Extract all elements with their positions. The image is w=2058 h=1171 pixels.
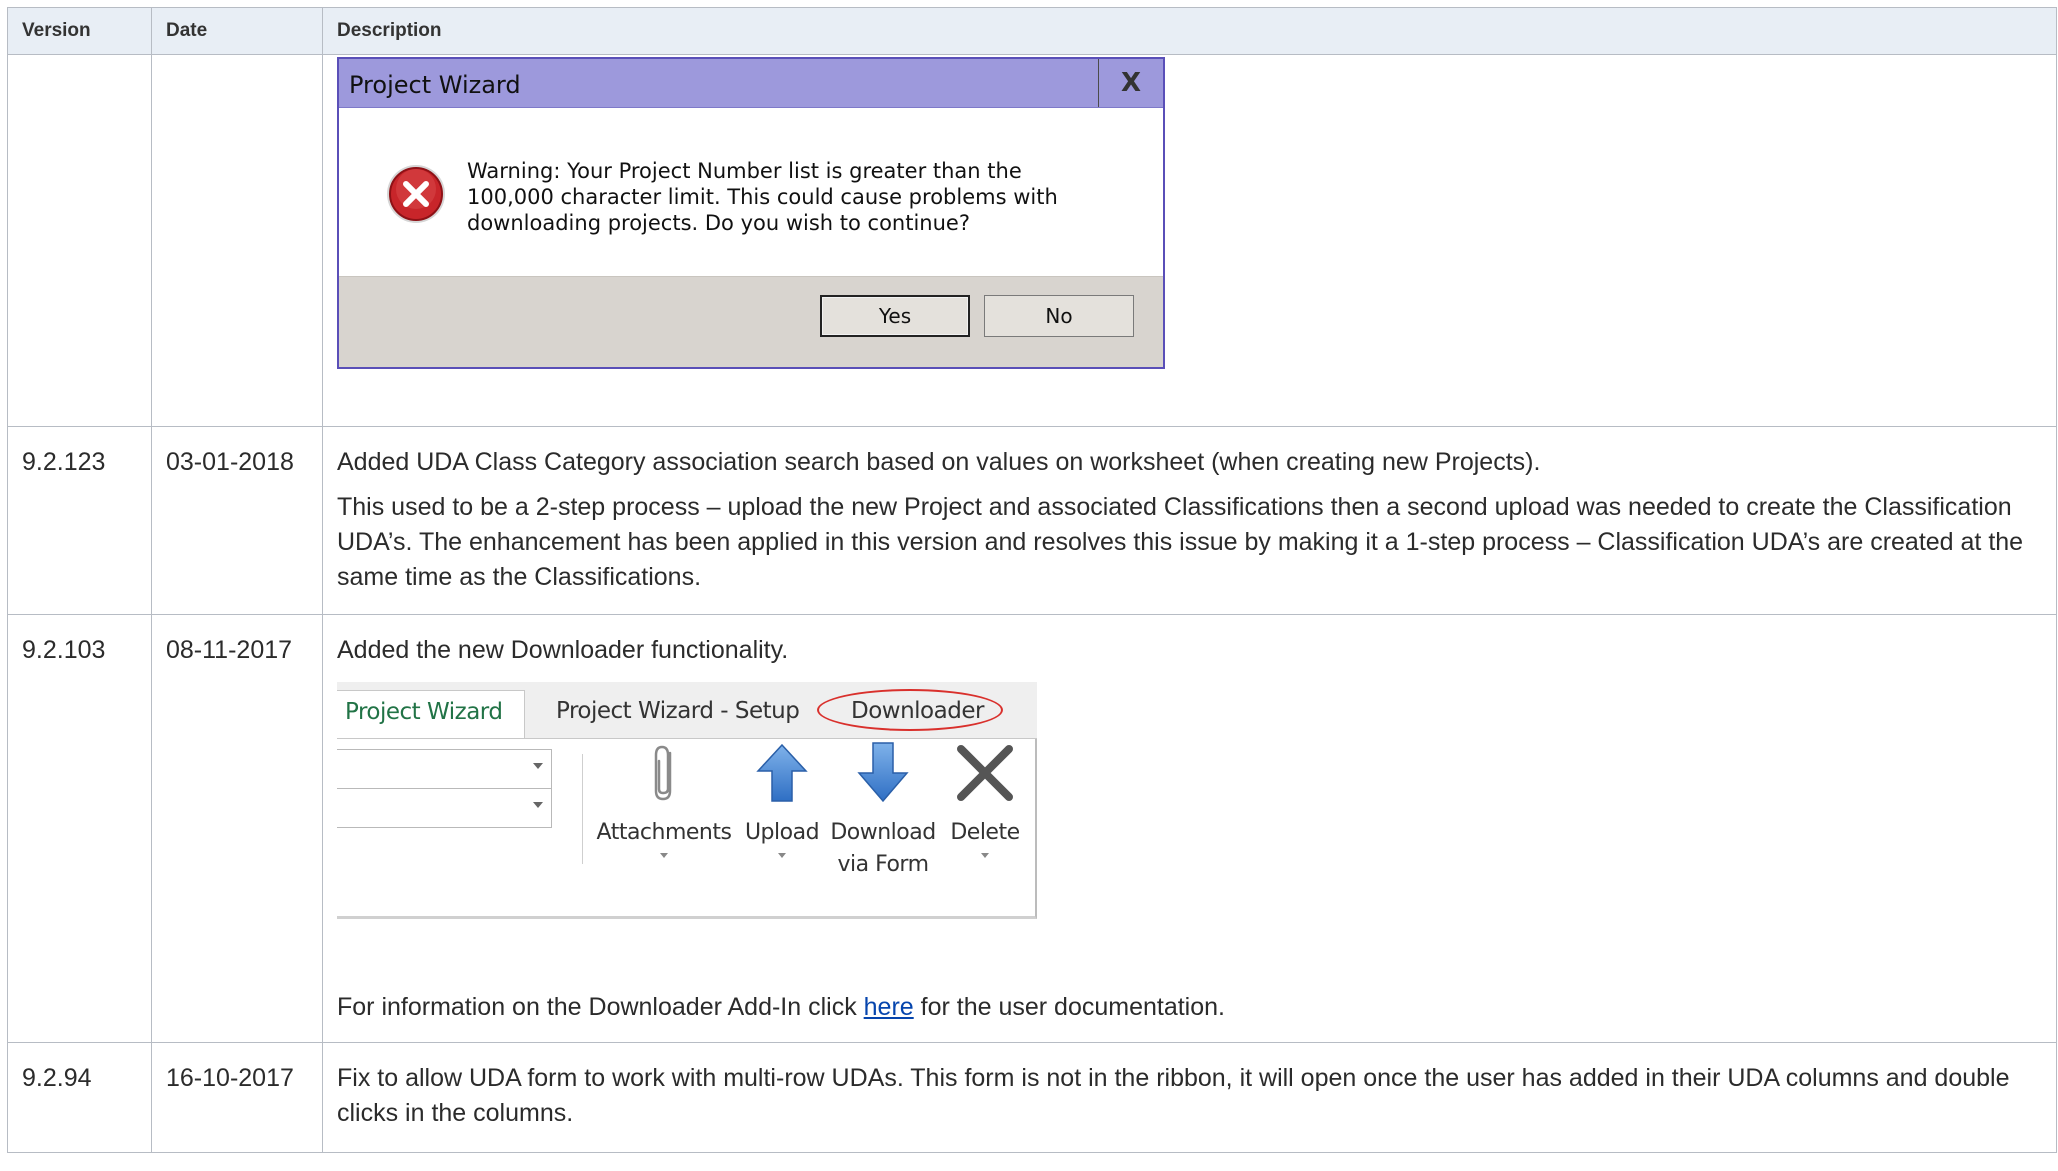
version-cell: 9.2.94 [7, 1042, 152, 1153]
delete-x-icon [957, 745, 1013, 801]
version-value [8, 55, 151, 73]
info-suffix: for the user documentation. [913, 993, 1225, 1021]
table-header-row: Version Date Description [7, 7, 2057, 55]
version-cell: 9.2.103 [7, 614, 152, 1043]
down-arrow-icon [857, 742, 909, 803]
table-row: 9.2.103 08-11-2017 Added the new Downloa… [7, 614, 2057, 1043]
chevron-down-icon [778, 853, 786, 858]
description-cell: Added the new Downloader functionality. … [322, 614, 2057, 1043]
version-value: 9.2.94 [22, 1064, 92, 1092]
release-notes-page: Version Date Description Project Wizard … [0, 0, 2058, 1171]
table-row: 9.2.123 03-01-2018 Added UDA Class Categ… [7, 426, 2057, 615]
documentation-link[interactable]: here [864, 993, 914, 1021]
chevron-down-icon [660, 853, 668, 858]
table-row: Project Wizard X Warning: Your Project N… [7, 54, 2057, 427]
delete-label: Delete [950, 820, 1020, 845]
date-value: 16-10-2017 [166, 1064, 294, 1092]
downloader-info-paragraph: For information on the Downloader Add-In… [337, 990, 2042, 1025]
dialog-footer: Yes No [339, 276, 1163, 367]
download-via-form-label: Download via Form [827, 817, 939, 881]
release-notes-table: Version Date Description Project Wizard … [7, 7, 2057, 1153]
download-label-line1: Download [830, 820, 936, 845]
attachments-label: Attachments [596, 820, 732, 845]
version-value: 9.2.103 [22, 636, 106, 664]
up-arrow-icon [756, 743, 808, 802]
description-cell: Added UDA Class Category association sea… [322, 426, 2057, 615]
upload-button[interactable]: Upload [741, 739, 823, 858]
description-paragraph: Added UDA Class Category association sea… [337, 448, 1541, 476]
tab-downloader[interactable]: Downloader [851, 694, 984, 729]
date-value: 03-01-2018 [166, 448, 294, 476]
date-cell: 16-10-2017 [151, 1042, 323, 1153]
error-icon [387, 165, 445, 223]
tab-project-wizard-setup[interactable]: Project Wizard - Setup [556, 694, 800, 729]
delete-button[interactable]: Delete [943, 739, 1027, 858]
ribbon-combo-top[interactable] [337, 749, 552, 789]
date-cell [151, 54, 323, 427]
version-cell [7, 54, 152, 427]
ribbon-combo-bottom[interactable] [337, 788, 552, 828]
no-button[interactable]: No [984, 295, 1134, 337]
description-paragraph: Fix to allow UDA form to work with multi… [337, 1064, 2010, 1127]
version-column-header: Version [7, 7, 152, 55]
dialog-body: Warning: Your Project Number list is gre… [339, 108, 1163, 278]
version-value: 9.2.123 [22, 448, 106, 476]
ribbon-body: Attachments Upload Download via Form Del… [337, 739, 1037, 919]
download-via-form-button[interactable]: Download via Form [827, 739, 939, 881]
description-paragraph: Added the new Downloader functionality. [337, 636, 789, 664]
yes-button[interactable]: Yes [820, 295, 970, 337]
date-cell: 08-11-2017 [151, 614, 323, 1043]
dialog-message: Warning: Your Project Number list is gre… [467, 159, 1058, 235]
info-prefix: For information on the Downloader Add-In… [337, 993, 864, 1021]
chevron-down-icon [533, 802, 543, 808]
close-icon[interactable]: X [1098, 59, 1163, 107]
upload-label: Upload [744, 820, 820, 845]
project-wizard-dialog: Project Wizard X Warning: Your Project N… [337, 57, 1165, 369]
tab-project-wizard[interactable]: Project Wizard [337, 690, 525, 738]
description-cell: Project Wizard X Warning: Your Project N… [322, 54, 2057, 427]
date-value: 08-11-2017 [166, 636, 293, 664]
dialog-titlebar: Project Wizard X [339, 59, 1163, 108]
ribbon-tab-bar: Project Wizard Project Wizard - Setup Do… [337, 682, 1037, 739]
date-cell: 03-01-2018 [151, 426, 323, 615]
dialog-title: Project Wizard [349, 71, 521, 99]
chevron-down-icon [533, 763, 543, 769]
description-paragraph: This used to be a 2-step process – uploa… [337, 493, 2024, 591]
ribbon-separator [582, 754, 583, 864]
chevron-down-icon [981, 853, 989, 858]
table-row: 9.2.94 16-10-2017 Fix to allow UDA form … [7, 1042, 2057, 1153]
date-value [152, 55, 322, 73]
description-column-header: Description [322, 7, 2057, 55]
version-cell: 9.2.123 [7, 426, 152, 615]
ribbon-screenshot: Project Wizard Project Wizard - Setup Do… [337, 682, 1037, 932]
paperclip-icon [654, 745, 672, 801]
date-column-header: Date [151, 7, 323, 55]
attachments-button[interactable]: Attachments [595, 739, 733, 858]
description-cell: Fix to allow UDA form to work with multi… [322, 1042, 2057, 1153]
download-label-line2: via Form [837, 852, 929, 877]
